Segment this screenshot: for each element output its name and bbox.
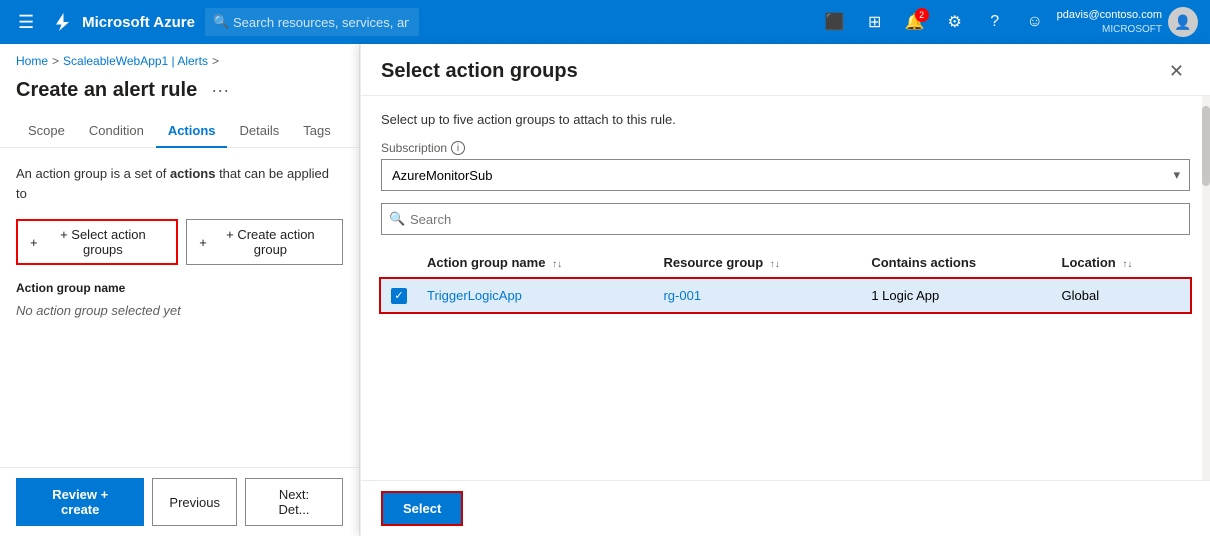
azure-logo: Microsoft Azure [50,10,195,34]
page-title-row: Create an alert rule ··· [0,74,359,115]
no-action-group-text: No action group selected yet [16,303,343,318]
tab-actions[interactable]: Actions [156,115,228,148]
review-create-label: Review + create [52,487,108,517]
action-description: An action group is a set of actions that… [16,164,343,203]
cloud-shell-icon[interactable]: ⬛ [817,4,853,40]
tab-condition[interactable]: Condition [77,115,156,148]
col-action-group-name: Action group name ↑↓ [417,247,653,279]
right-panel: Select action groups ✕ Select up to five… [360,44,1210,536]
scrollbar[interactable] [1202,96,1210,480]
panel-search-input[interactable] [381,203,1190,235]
table-header: Action group name ↑↓ Resource group ↑↓ C… [381,247,1190,279]
logo-text: Microsoft Azure [82,14,195,31]
scrollbar-thumb[interactable] [1202,106,1210,186]
col-location: Location ↑↓ [1052,247,1190,279]
create-action-group-button[interactable]: + + Create action group [186,219,343,265]
sort-icon-resource[interactable]: ↑↓ [770,259,780,270]
close-button[interactable]: ✕ [1163,60,1190,82]
resource-group-link[interactable]: rg-001 [663,288,701,303]
previous-button[interactable]: Previous [152,478,237,526]
nav-icons: ⬛ ⊞ 🔔 2 ⚙ ? ☺ pdavis@contoso.com MICROSO… [817,4,1198,40]
col-checkbox [381,247,417,279]
tab-details[interactable]: Details [227,115,291,148]
main-content: Home > ScaleableWebApp1 | Alerts > Creat… [0,44,1210,536]
table-row[interactable]: ✓ TriggerLogicApp rg-001 1 Logic App Glo… [381,279,1190,313]
user-email: pdavis@contoso.com [1057,8,1162,22]
feedback-icon[interactable]: ☺ [1017,4,1053,40]
select-button-label: Select [403,501,441,516]
breadcrumb-sep1: > [52,54,59,68]
select-button[interactable]: Select [381,491,463,526]
tab-tags[interactable]: Tags [291,115,342,148]
notification-badge: 2 [915,8,929,22]
panel-body: Select up to five action groups to attac… [361,96,1210,480]
search-icon: 🔍 [213,14,229,30]
breadcrumb-home[interactable]: Home [16,54,48,68]
next-label: Next: Det... [278,487,309,517]
breadcrumb-app[interactable]: ScaleableWebApp1 | Alerts [63,54,208,68]
page-title: Create an alert rule [16,79,197,102]
plus-icon-create: + [199,235,207,250]
directory-icon[interactable]: ⊞ [857,4,893,40]
col-resource-group: Resource group ↑↓ [653,247,861,279]
table-body: ✓ TriggerLogicApp rg-001 1 Logic App Glo… [381,279,1190,313]
subscription-row: Subscription i AzureMonitorSub [381,141,1190,191]
row-name-cell: TriggerLogicApp [417,279,653,313]
avatar[interactable]: 👤 [1168,7,1198,37]
action-group-name-link[interactable]: TriggerLogicApp [427,288,522,303]
bottom-bar: Review + create Previous Next: Det... [0,467,359,536]
previous-label: Previous [169,495,220,510]
col-contains-actions: Contains actions [861,247,1051,279]
panel-title: Select action groups [381,60,578,83]
subscription-label: Subscription i [381,141,1190,155]
action-buttons: + + Select action groups + + Create acti… [16,219,343,265]
action-groups-table: Action group name ↑↓ Resource group ↑↓ C… [381,247,1190,313]
settings-icon[interactable]: ⚙ [937,4,973,40]
row-checkbox-cell[interactable]: ✓ [381,279,417,313]
row-resource-group-cell: rg-001 [653,279,861,313]
breadcrumb-sep2: > [212,54,219,68]
tabs: Scope Condition Actions Details Tags [0,115,359,148]
checkbox-checked-icon[interactable]: ✓ [391,288,407,304]
subscription-info-icon[interactable]: i [451,141,465,155]
select-action-groups-button[interactable]: + + Select action groups [16,219,178,265]
tab-scope[interactable]: Scope [16,115,77,148]
top-navigation: ☰ Microsoft Azure 🔍 ⬛ ⊞ 🔔 2 ⚙ ? ☺ pdavis… [0,0,1210,44]
panel-description: Select up to five action groups to attac… [381,112,1190,127]
next-button[interactable]: Next: Det... [245,478,343,526]
sort-icon-name[interactable]: ↑↓ [552,259,562,270]
ellipsis-menu-icon[interactable]: ··· [205,78,235,103]
select-action-groups-label: + Select action groups [42,227,165,257]
sort-icon-location[interactable]: ↑↓ [1122,259,1132,270]
row-location-cell: Global [1052,279,1190,313]
plus-icon-select: + [30,235,38,250]
search-icon-panel: 🔍 [389,211,405,227]
subscription-dropdown[interactable]: AzureMonitorSub [381,159,1190,191]
action-group-name-label: Action group name [16,281,343,295]
global-search-input[interactable] [205,8,419,36]
left-panel: Home > ScaleableWebApp1 | Alerts > Creat… [0,44,360,536]
left-panel-body: An action group is a set of actions that… [0,148,359,467]
user-tenant: MICROSOFT [1057,23,1162,36]
panel-header: Select action groups ✕ [361,44,1210,96]
notifications-icon[interactable]: 🔔 2 [897,4,933,40]
subscription-dropdown-wrapper: AzureMonitorSub [381,159,1190,191]
hamburger-icon[interactable]: ☰ [12,8,40,37]
breadcrumb: Home > ScaleableWebApp1 | Alerts > [0,44,359,74]
search-wrapper: 🔍 [205,8,419,36]
review-create-button[interactable]: Review + create [16,478,144,526]
create-action-group-label: + Create action group [211,227,330,257]
panel-footer: Select [361,480,1210,536]
search-row: 🔍 [381,203,1190,235]
user-profile[interactable]: pdavis@contoso.com MICROSOFT 👤 [1057,7,1198,37]
row-contains-actions-cell: 1 Logic App [861,279,1051,313]
help-icon[interactable]: ? [977,4,1013,40]
